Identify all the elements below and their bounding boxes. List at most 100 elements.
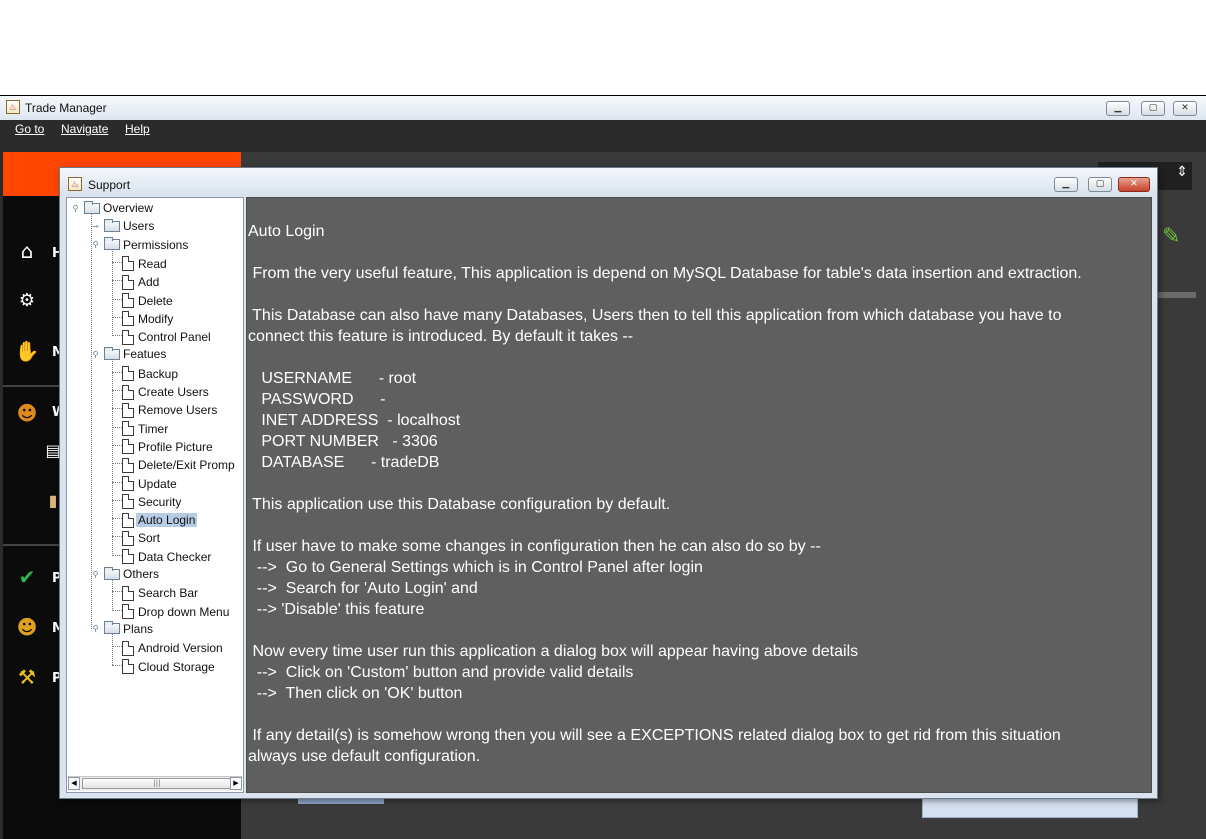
tree-folder-overview[interactable]: ⚲ Overview	[71, 199, 153, 217]
tree-folder-plans[interactable]: ⚲ Plans	[91, 620, 153, 638]
tree-connector-line	[112, 358, 113, 556]
tree-item-modify[interactable]: Modify	[122, 310, 173, 328]
edit-pencil-icon[interactable]: ✎	[1162, 224, 1180, 249]
support-content-text: Auto Login From the very useful feature,…	[248, 221, 1082, 767]
support-dialog-title: Support	[88, 178, 131, 192]
tree-item-timer[interactable]: Timer	[122, 420, 168, 438]
payment-icon[interactable]: ✋	[12, 336, 42, 366]
tree-item-security[interactable]: Security	[122, 493, 181, 511]
tree-item-cloud-storage[interactable]: Cloud Storage	[122, 658, 215, 676]
tree-item-delete[interactable]: Delete	[122, 292, 173, 310]
content-line	[248, 284, 1082, 305]
menu-navigate[interactable]: Navigate	[61, 122, 108, 136]
close-button[interactable]: ✕	[1173, 101, 1197, 116]
tree-item-remove-users[interactable]: Remove Users	[122, 401, 217, 419]
maximize-button[interactable]: ▢	[1141, 101, 1165, 116]
tree-folder-others[interactable]: ⚲ Others	[91, 565, 159, 583]
home-icon[interactable]: ⌂	[12, 236, 42, 266]
content-line	[248, 242, 1082, 263]
document-icon	[122, 274, 134, 290]
document-icon	[122, 476, 134, 491]
minimize-button[interactable]: ▁	[1106, 101, 1130, 116]
tree-item-control-panel[interactable]: Control Panel	[122, 328, 211, 346]
content-line: --> Search for 'Auto Login' and	[248, 580, 478, 597]
expanded-toggle-icon[interactable]: ⚲	[91, 624, 100, 633]
scroll-left-arrow-icon[interactable]: ◀	[68, 777, 80, 790]
tree-item-auto-login[interactable]: Auto Login	[122, 511, 198, 529]
menu-bar: Go to Navigate Help	[0, 120, 1206, 140]
tree-node-label: Overview	[103, 201, 154, 215]
expanded-toggle-icon[interactable]: ⚲	[91, 570, 100, 579]
dialog-minimize-button[interactable]: ▁	[1054, 177, 1078, 192]
expanded-toggle-icon[interactable]: ⚲	[91, 350, 100, 359]
document-icon	[122, 494, 134, 510]
user-settings-icon[interactable]: ⚙	[12, 286, 42, 316]
tree-node-label: Timer	[138, 421, 169, 436]
content-line	[248, 473, 1082, 494]
support-tree[interactable]: ⚲ Overview ⊸ Users ⚲ Permissions Read Add Delete…	[66, 197, 244, 793]
tree-item-sort[interactable]: Sort	[122, 529, 160, 547]
content-line: This Database can also have many Databas…	[248, 307, 1062, 324]
java-app-icon: ♨	[6, 100, 20, 114]
tree-node-label: Delete	[138, 293, 173, 308]
manager-icon[interactable]: ☻	[12, 612, 42, 642]
document-icon	[122, 604, 134, 620]
content-line	[248, 515, 1082, 536]
tree-node-label: Remove Users	[138, 403, 218, 418]
forklift-icon[interactable]: ⚒	[12, 662, 42, 692]
tree-item-update[interactable]: Update	[122, 475, 177, 493]
check-circle-icon[interactable]: ✔	[12, 562, 42, 592]
expanded-toggle-icon[interactable]: ⚲	[91, 240, 100, 249]
expanded-toggle-icon[interactable]: ⚲	[71, 204, 80, 213]
tree-folder-permissions[interactable]: ⚲ Permissions	[91, 236, 188, 254]
content-line: connect this feature is introduced. By d…	[248, 328, 634, 345]
document-icon	[122, 384, 134, 400]
folder-icon	[104, 566, 120, 580]
content-line: --> Click on 'Custom' button and provide…	[248, 664, 634, 681]
tree-item-read[interactable]: Read	[122, 255, 167, 273]
tree-item-profile-picture[interactable]: Profile Picture	[122, 438, 213, 456]
tree-item-data-checker[interactable]: Data Checker	[122, 548, 211, 566]
tree-item-search-bar[interactable]: Search Bar	[122, 584, 198, 602]
content-line: --> 'Disable' this feature	[248, 601, 425, 618]
worker-icon[interactable]: ☻	[12, 398, 42, 428]
tree-node-label: Control Panel	[138, 330, 211, 345]
tree-folder-featues[interactable]: ⚲ Featues	[91, 345, 166, 363]
content-line: --> Go to General Settings which is in C…	[248, 559, 703, 576]
bottom-input-field[interactable]	[922, 796, 1138, 818]
scroll-thumb[interactable]: |||	[82, 778, 232, 789]
content-line: PORT NUMBER - 3306	[248, 433, 438, 450]
tree-item-android-version[interactable]: Android Version	[122, 639, 223, 657]
tree-node-label: Profile Picture	[138, 439, 213, 454]
document-icon	[122, 640, 134, 656]
content-line: Now every time user run this application…	[248, 643, 859, 660]
tree-item-add[interactable]: Add	[122, 273, 159, 291]
tree-item-backup[interactable]: Backup	[122, 365, 178, 383]
content-line	[248, 347, 1082, 368]
document-icon	[122, 530, 134, 546]
tree-horizontal-scrollbar[interactable]: ◀ ||| ▶	[68, 776, 242, 791]
tree-node-label: Plans	[123, 621, 154, 636]
tree-node-label: Auto Login	[136, 513, 198, 528]
tree-node-label: Sort	[138, 531, 161, 546]
tree-node-label: Others	[123, 567, 160, 581]
menu-go-to[interactable]: Go to	[15, 122, 44, 136]
scroll-right-arrow-icon[interactable]: ▶	[230, 777, 242, 790]
tree-node-label: Permissions	[123, 237, 189, 252]
dialog-close-button[interactable]: ✕	[1118, 177, 1150, 192]
tree-item-delete-exit-promp[interactable]: Delete/Exit Promp	[122, 456, 235, 474]
document-icon	[122, 311, 134, 327]
tree-item-drop-down-menu[interactable]: Drop down Menu	[122, 603, 229, 621]
document-icon	[122, 366, 134, 382]
content-line: DATABASE - tradeDB	[248, 454, 440, 471]
menu-help[interactable]: Help	[125, 122, 150, 136]
support-content-panel[interactable]: Auto Login From the very useful feature,…	[246, 197, 1152, 793]
content-scrollbar[interactable]	[1158, 292, 1196, 298]
tree-item-create-users[interactable]: Create Users	[122, 383, 209, 401]
dialog-maximize-button[interactable]: ▢	[1088, 177, 1112, 192]
content-line: If any detail(s) is somehow wrong then y…	[248, 727, 1061, 744]
content-line: always use default configuration.	[248, 748, 481, 765]
collapsed-toggle-icon[interactable]: ⊸	[91, 222, 100, 231]
tree-folder-users[interactable]: ⊸ Users	[91, 217, 154, 235]
content-line	[248, 620, 1082, 641]
